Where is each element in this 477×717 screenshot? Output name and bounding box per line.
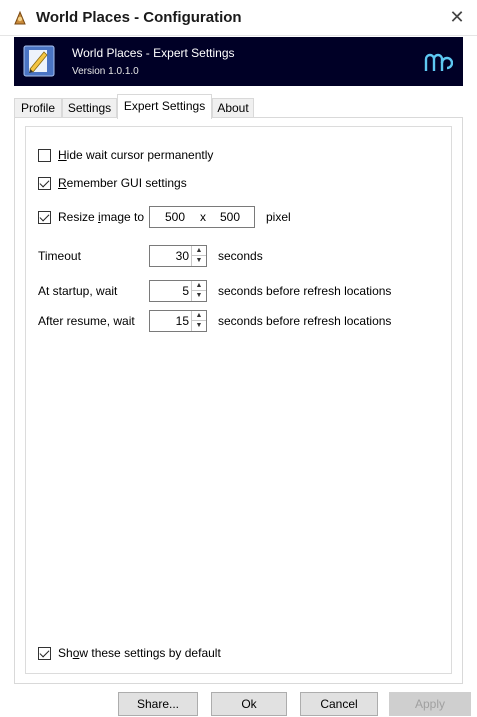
show-by-default-text: w these settings by default <box>79 646 221 660</box>
settings-document-icon <box>23 45 55 77</box>
startup-wait-value[interactable]: 5 <box>182 281 189 301</box>
startup-up-icon[interactable]: ▲ <box>192 281 206 291</box>
header-banner: World Places - Expert Settings Version 1… <box>14 37 463 86</box>
expert-settings-panel: Hide wait cursor permanently Remember GU… <box>14 117 463 684</box>
timeout-value[interactable]: 30 <box>176 246 189 266</box>
startup-wait-stepper[interactable]: 5 ▲ ▼ <box>149 280 207 302</box>
tab-settings[interactable]: Settings <box>62 98 117 118</box>
remember-gui-label[interactable]: Remember GUI settings <box>58 176 187 190</box>
timeout-spin-buttons: ▲ ▼ <box>191 246 206 266</box>
timeout-up-icon[interactable]: ▲ <box>192 246 206 256</box>
resize-image-text-pre: Resize <box>58 210 99 224</box>
hide-wait-cursor-text: ide wait cursor permanently <box>66 148 214 162</box>
startup-spin-buttons: ▲ ▼ <box>191 281 206 301</box>
hide-wait-cursor-label[interactable]: Hide wait cursor permanently <box>58 148 213 162</box>
image-size-separator: x <box>200 210 206 224</box>
image-height-value[interactable]: 500 <box>220 207 240 227</box>
title-bar: World Places - Configuration ✕ <box>0 0 477 36</box>
app-icon <box>14 10 26 25</box>
apply-button[interactable]: Apply <box>389 692 471 716</box>
timeout-label: Timeout <box>38 249 81 263</box>
image-size-field[interactable]: 500 x 500 <box>149 206 255 228</box>
resume-wait-unit: seconds before refresh locations <box>218 314 392 328</box>
close-icon[interactable]: ✕ <box>449 7 464 27</box>
timeout-stepper[interactable]: 30 ▲ ▼ <box>149 245 207 267</box>
resize-image-text: mage to <box>100 210 145 224</box>
timeout-unit: seconds <box>218 249 263 263</box>
banner-version: Version 1.0.1.0 <box>72 66 139 77</box>
startup-down-icon[interactable]: ▼ <box>192 291 206 301</box>
tab-expert-settings-label: Expert Settings <box>123 99 206 113</box>
resume-up-icon[interactable]: ▲ <box>192 311 206 321</box>
hide-wait-cursor-checkbox[interactable] <box>38 149 51 162</box>
tab-about-label: About <box>217 101 249 115</box>
resume-wait-value[interactable]: 15 <box>176 311 189 331</box>
close-button[interactable]: ✕ <box>437 0 477 36</box>
remember-gui-accesskey: R <box>58 176 67 190</box>
tab-expert-settings[interactable]: Expert Settings <box>117 94 212 119</box>
show-by-default-text-pre: Sh <box>58 646 73 660</box>
resume-wait-stepper[interactable]: 15 ▲ ▼ <box>149 310 207 332</box>
cancel-button[interactable]: Cancel <box>300 692 378 716</box>
image-width-value[interactable]: 500 <box>165 207 185 227</box>
settings-group: Hide wait cursor permanently Remember GU… <box>25 126 452 674</box>
show-by-default-label[interactable]: Show these settings by default <box>58 646 221 660</box>
tab-about[interactable]: About <box>212 98 254 118</box>
resume-wait-label: After resume, wait <box>38 314 135 328</box>
timeout-down-icon[interactable]: ▼ <box>192 256 206 266</box>
remember-gui-checkbox[interactable] <box>38 177 51 190</box>
window-title: World Places - Configuration <box>36 9 242 26</box>
hide-wait-cursor-accesskey: H <box>58 148 67 162</box>
share-button[interactable]: Share... <box>118 692 198 716</box>
resume-down-icon[interactable]: ▼ <box>192 321 206 331</box>
resume-spin-buttons: ▲ ▼ <box>191 311 206 331</box>
startup-wait-label: At startup, wait <box>38 284 118 298</box>
resize-image-label[interactable]: Resize image to <box>58 210 144 224</box>
resize-image-checkbox[interactable] <box>38 211 51 224</box>
startup-wait-unit: seconds before refresh locations <box>218 284 392 298</box>
tab-settings-label: Settings <box>67 101 112 115</box>
ok-button[interactable]: Ok <box>211 692 287 716</box>
show-by-default-checkbox[interactable] <box>38 647 51 660</box>
remember-gui-text: emember GUI settings <box>66 176 187 190</box>
banner-title: World Places - Expert Settings <box>72 46 235 60</box>
tab-profile-label: Profile <box>20 101 55 115</box>
tab-profile[interactable]: Profile <box>14 98 62 118</box>
world-places-logo-icon <box>424 53 453 71</box>
image-size-unit: pixel <box>266 210 291 224</box>
